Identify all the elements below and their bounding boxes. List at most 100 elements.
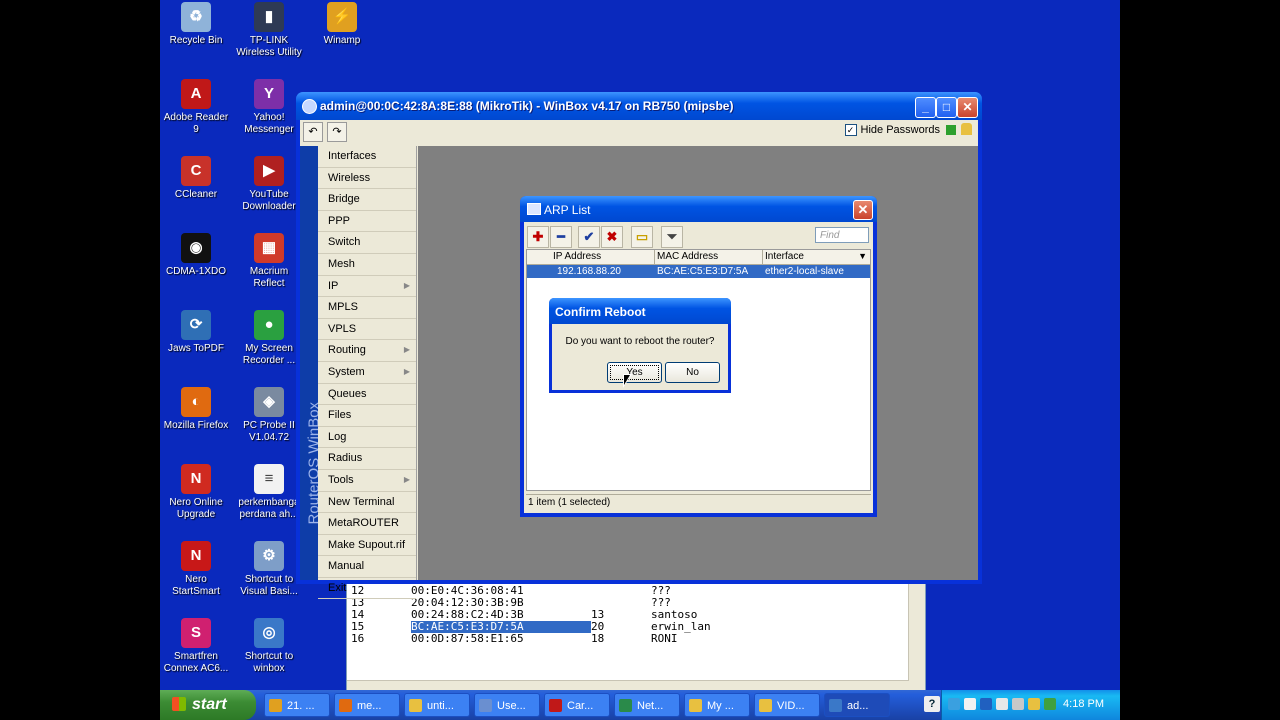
vertical-scrollbar[interactable]	[908, 577, 925, 691]
desktop-icon[interactable]: N Nero StartSmart	[160, 541, 232, 598]
desktop-icon-label: CDMA-1XDO	[165, 266, 226, 277]
arp-list-title-bar[interactable]: ARP List ✕	[520, 196, 877, 222]
menu-item-label: Files	[328, 409, 352, 422]
tray-icon[interactable]	[964, 698, 976, 710]
menu-item-routing[interactable]: Routing ▶	[318, 340, 416, 362]
menu-item-label: MPLS	[328, 301, 358, 314]
menu-item-ip[interactable]: IP ▶	[318, 276, 416, 298]
column-divider[interactable]	[654, 250, 655, 264]
filter-button[interactable]: ⏷	[661, 226, 683, 248]
desktop-icon[interactable]: ▶ YouTube Downloader	[233, 156, 305, 213]
arp-close-button[interactable]: ✕	[853, 200, 873, 220]
taskbar-item[interactable]: 21. ...	[264, 693, 330, 717]
desktop-icon[interactable]: N Nero Online Upgrade	[160, 464, 232, 521]
taskbar-item[interactable]: Use...	[474, 693, 540, 717]
desktop-icon[interactable]: ◐ Mozilla Firefox	[160, 387, 232, 432]
confirm-reboot-title[interactable]: Confirm Reboot	[549, 298, 731, 324]
menu-item-label: Radius	[328, 452, 363, 465]
menu-item-queues[interactable]: Queues	[318, 384, 416, 406]
taskbar-item[interactable]: My ...	[684, 693, 750, 717]
menu-item-files[interactable]: Files	[318, 405, 416, 427]
task-app-icon	[479, 699, 492, 712]
menu-item-vpls[interactable]: VPLS	[318, 319, 416, 341]
enable-button[interactable]: ✔	[578, 226, 600, 248]
taskbar-item[interactable]: Net...	[614, 693, 680, 717]
taskbar-item[interactable]: me...	[334, 693, 400, 717]
column-menu-arrow-icon[interactable]: ▼	[858, 251, 867, 261]
desktop-icon[interactable]: ⚙ Shortcut to Visual Basi...	[233, 541, 305, 598]
maximize-button[interactable]: □	[936, 97, 957, 118]
menu-item-interfaces[interactable]: Interfaces	[318, 146, 416, 168]
find-input[interactable]: Find	[815, 227, 869, 243]
table-row[interactable]: 192.168.88.20 BC:AE:C5:E3:D7:5A ether2-l…	[527, 265, 870, 278]
tray-icon[interactable]	[1012, 698, 1024, 710]
menu-item-mpls[interactable]: MPLS	[318, 297, 416, 319]
desktop-icon[interactable]: C CCleaner	[160, 156, 232, 201]
column-header-mac[interactable]: MAC Address	[657, 251, 718, 262]
desktop-icon[interactable]: ◎ Shortcut to winbox	[233, 618, 305, 675]
taskbar-item[interactable]: Car...	[544, 693, 610, 717]
tray-icon[interactable]	[996, 698, 1008, 710]
desktop-icon[interactable]: ⚡ Winamp	[306, 2, 378, 47]
menu-item-tools[interactable]: Tools ▶	[318, 470, 416, 492]
dialog-message: Do you want to reboot the router?	[565, 336, 715, 347]
menu-item-log[interactable]: Log	[318, 427, 416, 449]
desktop-icon[interactable]: ≡ perkembanga perdana ah...	[233, 464, 305, 521]
menu-item-exit[interactable]: Exit	[318, 578, 416, 600]
tray-icon[interactable]	[948, 698, 960, 710]
no-button[interactable]: No	[665, 362, 720, 383]
menu-item-make-supout-rif[interactable]: Make Supout.rif	[318, 535, 416, 557]
desktop-icon-label: PC Probe II V1.04.72	[243, 420, 295, 443]
desktop-icon[interactable]: A Adobe Reader 9	[160, 79, 232, 136]
winbox-title-bar[interactable]: admin@00:0C:42:8A:8E:88 (MikroTik) - Win…	[296, 92, 982, 120]
help-icon[interactable]: ?	[924, 696, 940, 712]
desktop-icon[interactable]: Y Yahoo! Messenger	[233, 79, 305, 136]
clock[interactable]: 4:18 PM	[1063, 698, 1104, 710]
desktop-icon[interactable]: ● My Screen Recorder ...	[233, 310, 305, 367]
menu-item-metarouter[interactable]: MetaROUTER	[318, 513, 416, 535]
desktop-icon[interactable]: ◉ CDMA-1XDO	[160, 233, 232, 278]
desktop-icon[interactable]: ⟳ Jaws ToPDF	[160, 310, 232, 355]
jaws-topdf-icon: ⟳	[181, 310, 211, 340]
taskbar-item[interactable]: ad...	[824, 693, 890, 717]
submenu-arrow-icon: ▶	[403, 474, 410, 484]
menu-item-manual[interactable]: Manual	[318, 556, 416, 578]
redo-button[interactable]: ↷	[327, 122, 347, 142]
undo-button[interactable]: ↶	[303, 122, 323, 142]
taskbar-item[interactable]: VID...	[754, 693, 820, 717]
comment-button[interactable]: ▭	[631, 226, 653, 248]
column-header-ip[interactable]: IP Address	[553, 251, 601, 262]
menu-item-radius[interactable]: Radius	[318, 448, 416, 470]
desktop-icon[interactable]: ♻ Recycle Bin	[160, 2, 232, 47]
hide-passwords-checkbox[interactable]: ✓ Hide Passwords	[844, 124, 940, 137]
menu-item-wireless[interactable]: Wireless	[318, 168, 416, 190]
terminal-cell-name: RONI	[651, 632, 678, 645]
menu-item-mesh[interactable]: Mesh	[318, 254, 416, 276]
yes-button[interactable]: Yes	[607, 362, 662, 383]
desktop-icon[interactable]: S Smartfren Connex AC6...	[160, 618, 232, 675]
menu-item-ppp[interactable]: PPP	[318, 211, 416, 233]
desktop-icon-label: Yahoo! Messenger	[244, 112, 294, 135]
task-app-icon	[829, 699, 842, 712]
desktop-icon[interactable]: ◈ PC Probe II V1.04.72	[233, 387, 305, 444]
tray-icon[interactable]	[1028, 698, 1040, 710]
menu-item-bridge[interactable]: Bridge	[318, 189, 416, 211]
terminal-window[interactable]: 12 00:E0:4C:36:08:41??? 13 20:04:12:30:3B:9…	[346, 576, 926, 692]
desktop-icon[interactable]: ▮ TP-LINK Wireless Utility	[233, 2, 305, 59]
close-button[interactable]: ✕	[957, 97, 978, 118]
column-divider[interactable]	[762, 250, 763, 264]
menu-item-switch[interactable]: Switch	[318, 232, 416, 254]
remove-button[interactable]: ━	[550, 226, 572, 248]
tray-icon[interactable]	[980, 698, 992, 710]
desktop-icon[interactable]: ▦ Macrium Reflect	[233, 233, 305, 290]
menu-item-system[interactable]: System ▶	[318, 362, 416, 384]
taskbar-item[interactable]: unti...	[404, 693, 470, 717]
arp-list-title: ARP List	[544, 203, 591, 217]
tray-icon[interactable]	[1044, 698, 1056, 710]
minimize-button[interactable]: _	[915, 97, 936, 118]
start-button[interactable]: start	[160, 690, 256, 720]
disable-button[interactable]: ✖	[601, 226, 623, 248]
add-button[interactable]: ✚	[527, 226, 549, 248]
column-header-interface[interactable]: Interface	[765, 251, 804, 262]
menu-item-new-terminal[interactable]: New Terminal	[318, 492, 416, 514]
